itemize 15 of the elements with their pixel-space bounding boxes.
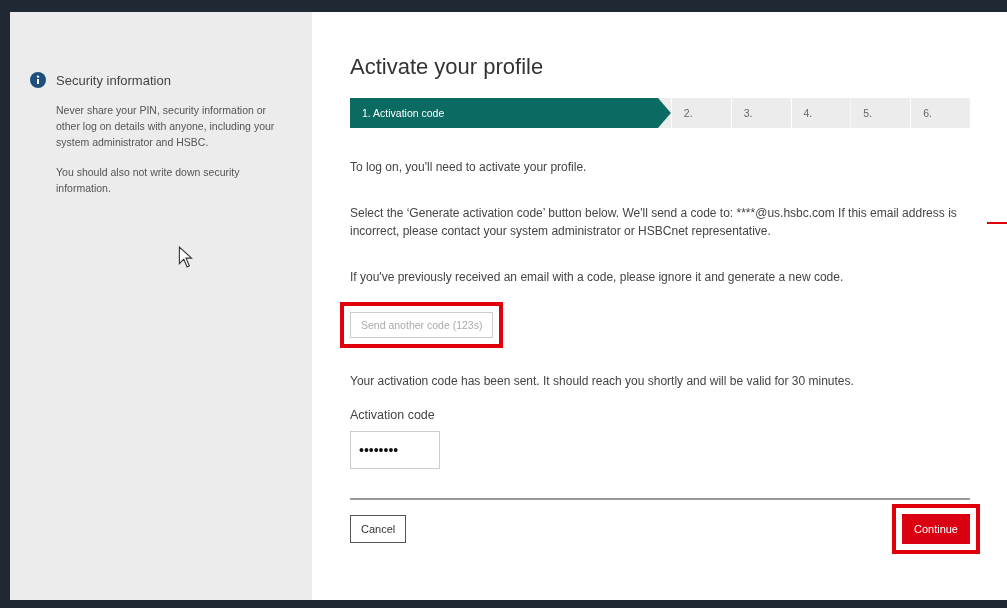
field-label: Activation code (350, 408, 436, 422)
cancel-button[interactable]: Cancel (350, 515, 407, 543)
instruction-text: To log on, you'll need to activate your profile. (350, 159, 588, 176)
info-icon (30, 72, 46, 88)
activation-code-field[interactable]: •••••••• (350, 431, 440, 469)
instruction-text: Select the ‘Generate activation code’ button below. We'll send a code to: ****@us.hsbc.com If this email address is incorrect, please contact your system administrator or HSBCnet representative. (350, 205, 958, 240)
sent-message: Your activation code has been sent. It should reach you shortly and will be valid for 30 minutes. (350, 373, 855, 390)
annotation-line (987, 222, 1007, 224)
sidebar-title: Security information (56, 72, 171, 88)
continue-button[interactable]: Continue (901, 514, 970, 544)
page-title: Activate your profile (350, 54, 545, 81)
security-note: You should also not write down security information. (56, 165, 241, 196)
security-note: Never share your PIN, security information or other log on details with anyone, including your system administrator and HSBC. (56, 103, 276, 150)
instruction-text: If you've previously received an email with a code, please ignore it and generate a new code. (350, 269, 845, 286)
pointer-cursor-icon (178, 246, 194, 268)
